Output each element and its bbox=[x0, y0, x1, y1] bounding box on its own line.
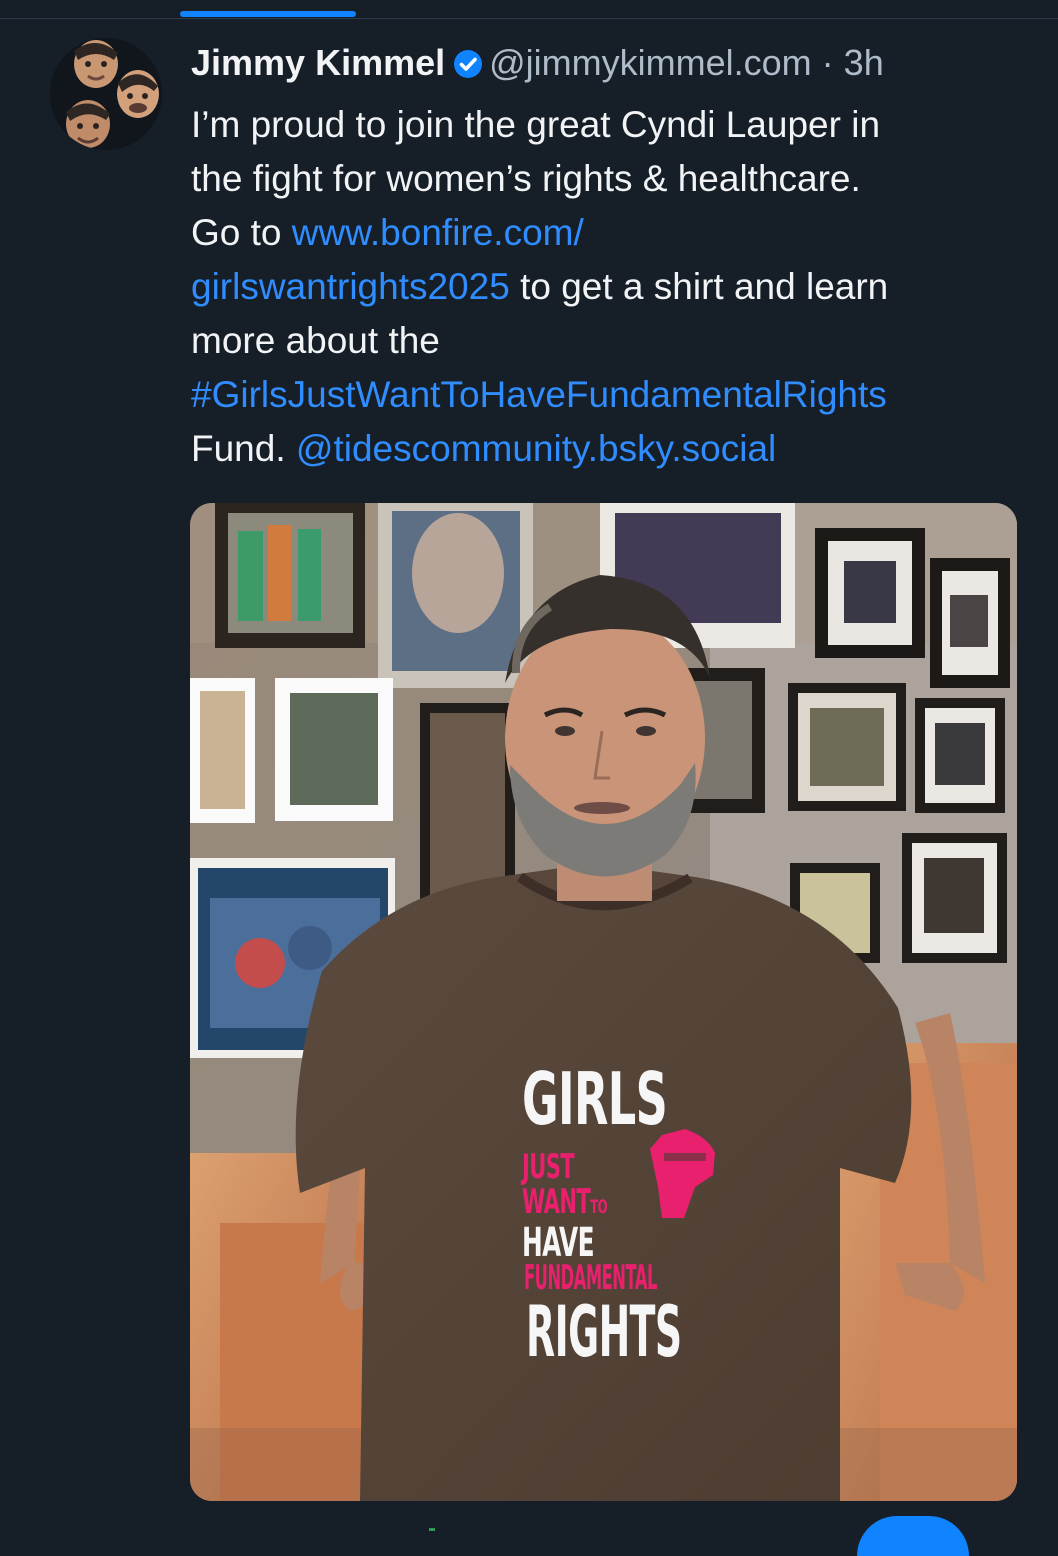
compose-button[interactable] bbox=[857, 1516, 969, 1556]
header-separator: · bbox=[821, 42, 834, 83]
bonfire-link-continued[interactable]: girlswantrights2025 bbox=[191, 266, 510, 307]
post-timestamp[interactable]: 3h bbox=[844, 42, 884, 83]
verified-check-icon bbox=[453, 44, 483, 78]
post-text-line: Go to www.bonfire.com/ bbox=[191, 206, 1031, 260]
post-text-line: I’m proud to join the great Cyndi Lauper… bbox=[191, 104, 881, 145]
post-text-fragment: Fund. bbox=[191, 428, 296, 469]
bonfire-link[interactable]: www.bonfire.com/ bbox=[292, 212, 584, 253]
post-text-line: #GirlsJustWantToHaveFundamentalRights bbox=[191, 368, 1031, 422]
post-text-line: Fund. @tidescommunity.bsky.social bbox=[191, 422, 1031, 476]
shirt-text-have: HAVE bbox=[522, 1220, 595, 1266]
shirt-text-want: WANTTO bbox=[522, 1182, 608, 1224]
shirt-text-girls: GIRLS bbox=[522, 1057, 668, 1141]
post-text-line: more about the bbox=[191, 320, 440, 361]
post-image[interactable]: GIRLS JUST WANTTO HAVE FUNDAMENTAL RIGHT… bbox=[190, 503, 1017, 1501]
shirt-text-fundamental: FUNDAMENTAL bbox=[524, 1258, 657, 1298]
hashtag-link[interactable]: #GirlsJustWantToHaveFundamentalRights bbox=[191, 374, 887, 415]
post-text-line: girlswantrights2025 to get a shirt and l… bbox=[191, 260, 1031, 314]
active-tab-indicator bbox=[180, 11, 356, 17]
post-text-fragment: to get a shirt and learn bbox=[509, 266, 889, 307]
post-header: Jimmy Kimmel @jimmykimmel.com · 3h bbox=[191, 40, 1021, 88]
shirt-text-to: TO bbox=[590, 1196, 607, 1218]
author-name[interactable]: Jimmy Kimmel bbox=[191, 42, 445, 83]
post-text-line: the fight for women’s rights & healthcar… bbox=[191, 158, 861, 199]
bottom-accent-mark bbox=[429, 1528, 435, 1531]
post-body-text: I’m proud to join the great Cyndi Lauper… bbox=[191, 98, 1031, 476]
author-handle[interactable]: @jimmykimmel.com bbox=[489, 42, 812, 83]
avatar-face-collage bbox=[50, 38, 162, 150]
feed-tab-bar bbox=[0, 0, 1058, 19]
author-avatar[interactable] bbox=[50, 38, 162, 150]
shirt-text-just: JUST bbox=[522, 1147, 575, 1187]
post-text-fragment: Go to bbox=[191, 212, 292, 253]
shirt-text-rights: RIGHTS bbox=[526, 1291, 682, 1373]
mention-link[interactable]: @tidescommunity.bsky.social bbox=[296, 428, 776, 469]
shirt-text-want-word: WANT bbox=[522, 1182, 591, 1222]
